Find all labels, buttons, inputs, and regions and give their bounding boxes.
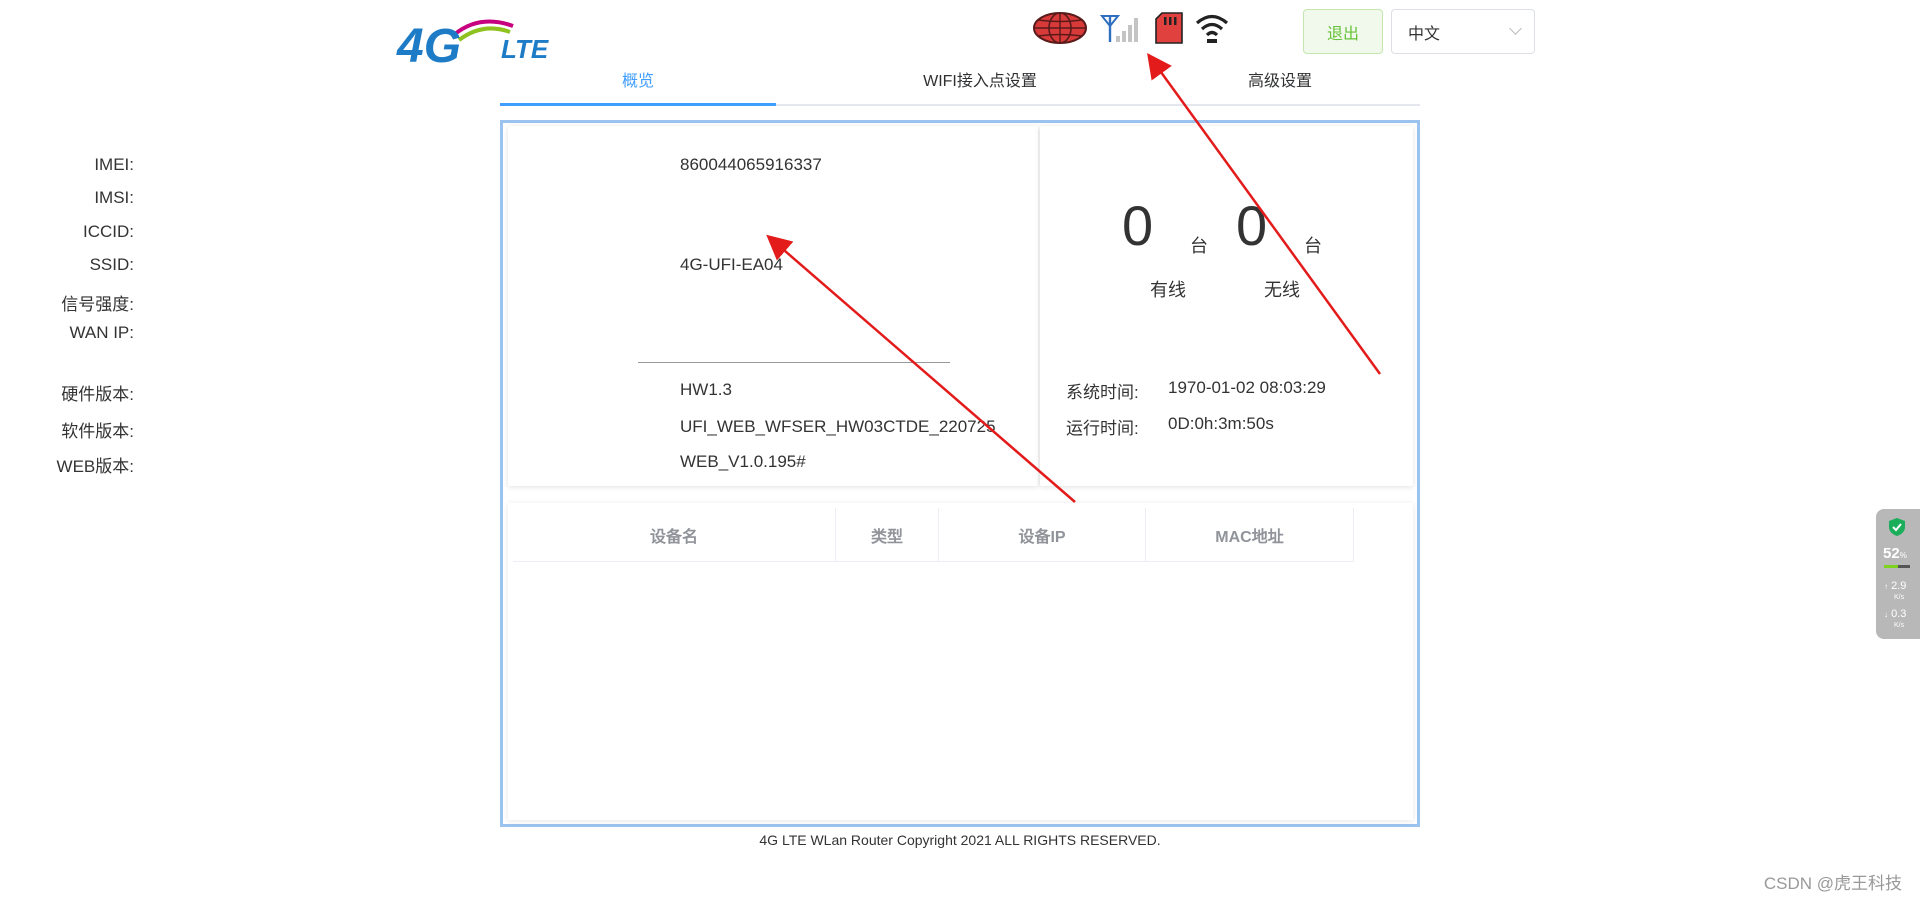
globe-icon xyxy=(1032,11,1088,45)
connection-stats-panel: 0 台 0 台 有线 无线 系统时间: 1970-01-02 08:03:29 … xyxy=(1040,126,1413,486)
brand-logo: 4G LTE xyxy=(395,12,570,73)
status-icons xyxy=(1032,8,1240,48)
info-value: 4G-UFI-EA04 xyxy=(680,255,783,274)
widget-percent: 52% xyxy=(1883,545,1907,562)
info-label: WAN IP: xyxy=(69,323,134,342)
widget-upload-speed: ↑ 2.9 K/s xyxy=(1884,581,1906,603)
wireless-count-unit: 台 xyxy=(1304,236,1322,256)
info-label: IMSI: xyxy=(94,188,134,207)
footer-copyright: 4G LTE WLan Router Copyright 2021 ALL RI… xyxy=(759,832,1161,848)
tab-overview[interactable]: 概览 xyxy=(500,62,776,102)
info-label: 软件版本: xyxy=(61,422,134,441)
wireless-count: 0 xyxy=(1236,194,1268,257)
uptime-label: 运行时间: xyxy=(1066,419,1139,438)
overview-frame: IMEI: 860044065916337 IMSI: ICCID: SSID:… xyxy=(57,120,1420,827)
device-info-panel: IMEI: 860044065916337 IMSI: ICCID: SSID:… xyxy=(57,126,1038,486)
info-label: ICCID: xyxy=(83,222,134,241)
column-header-device-name[interactable]: 设备名 xyxy=(513,508,836,562)
signal-antenna-icon xyxy=(1098,12,1144,44)
info-value: WEB_V1.0.195# xyxy=(680,452,806,471)
arrow-up-icon: ↑ xyxy=(1884,582,1888,591)
logo-4g-text: 4G xyxy=(396,20,461,67)
info-value: UFI_WEB_WFSER_HW03CTDE_220725 xyxy=(680,417,996,436)
logo-lte-text: LTE xyxy=(501,34,549,64)
network-monitor-widget[interactable]: 52% ↑ 2.9 K/s ↓ 0.3 K/s xyxy=(1876,509,1920,639)
logout-button[interactable]: 退出 xyxy=(1303,9,1383,54)
system-time-value: 1970-01-02 08:03:29 xyxy=(1168,378,1326,397)
uptime-value: 0D:0h:3m:50s xyxy=(1168,414,1274,433)
column-header-device-ip[interactable]: 设备IP xyxy=(938,508,1146,562)
widget-usage-bar xyxy=(1884,565,1910,568)
main-tabs: 概览 WIFI接入点设置 高级设置 xyxy=(500,62,1420,106)
chevron-down-icon xyxy=(1509,22,1522,35)
arrow-down-icon: ↓ xyxy=(1884,610,1888,619)
download-value: 0.3 xyxy=(1891,608,1907,620)
device-table: 设备名 类型 设备IP MAC地址 xyxy=(513,508,1354,562)
tab-advanced-settings[interactable]: 高级设置 xyxy=(1160,62,1400,102)
upload-unit: K/s xyxy=(1894,594,1905,601)
info-label: SSID: xyxy=(89,255,134,274)
info-value: HW1.3 xyxy=(680,380,732,399)
language-select[interactable]: 中文 xyxy=(1391,9,1535,54)
column-header-type[interactable]: 类型 xyxy=(835,508,939,562)
info-label: WEB版本: xyxy=(56,457,134,476)
info-label: 信号强度: xyxy=(61,295,134,314)
language-selected-value: 中文 xyxy=(1408,25,1441,43)
wifi-icon xyxy=(1194,11,1230,45)
tab-wifi-settings[interactable]: WIFI接入点设置 xyxy=(860,62,1100,102)
wired-count: 0 xyxy=(1122,194,1154,257)
column-header-mac-address[interactable]: MAC地址 xyxy=(1145,508,1354,562)
widget-percent-unit: % xyxy=(1899,551,1907,560)
wired-label: 有线 xyxy=(1150,280,1186,300)
csdn-watermark: CSDN @虎王科技 xyxy=(1763,874,1902,893)
wired-count-unit: 台 xyxy=(1190,236,1208,256)
info-divider xyxy=(638,362,950,363)
download-unit: K/s xyxy=(1894,622,1905,629)
widget-download-speed: ↓ 0.3 K/s xyxy=(1884,609,1906,631)
shield-check-icon xyxy=(1888,517,1906,542)
table-header-row: 设备名 类型 设备IP MAC地址 xyxy=(513,508,1354,562)
info-label: IMEI: xyxy=(94,155,134,174)
info-label: 硬件版本: xyxy=(61,385,134,404)
widget-percent-value: 52 xyxy=(1883,545,1900,562)
active-tab-indicator xyxy=(500,103,776,106)
upload-value: 2.9 xyxy=(1891,580,1907,592)
sd-card-icon xyxy=(1154,12,1184,44)
connected-devices-panel: 设备名 类型 设备IP MAC地址 xyxy=(508,503,1413,820)
info-value: 860044065916337 xyxy=(680,155,822,174)
system-time-label: 系统时间: xyxy=(1066,383,1139,402)
wireless-label: 无线 xyxy=(1264,280,1300,300)
